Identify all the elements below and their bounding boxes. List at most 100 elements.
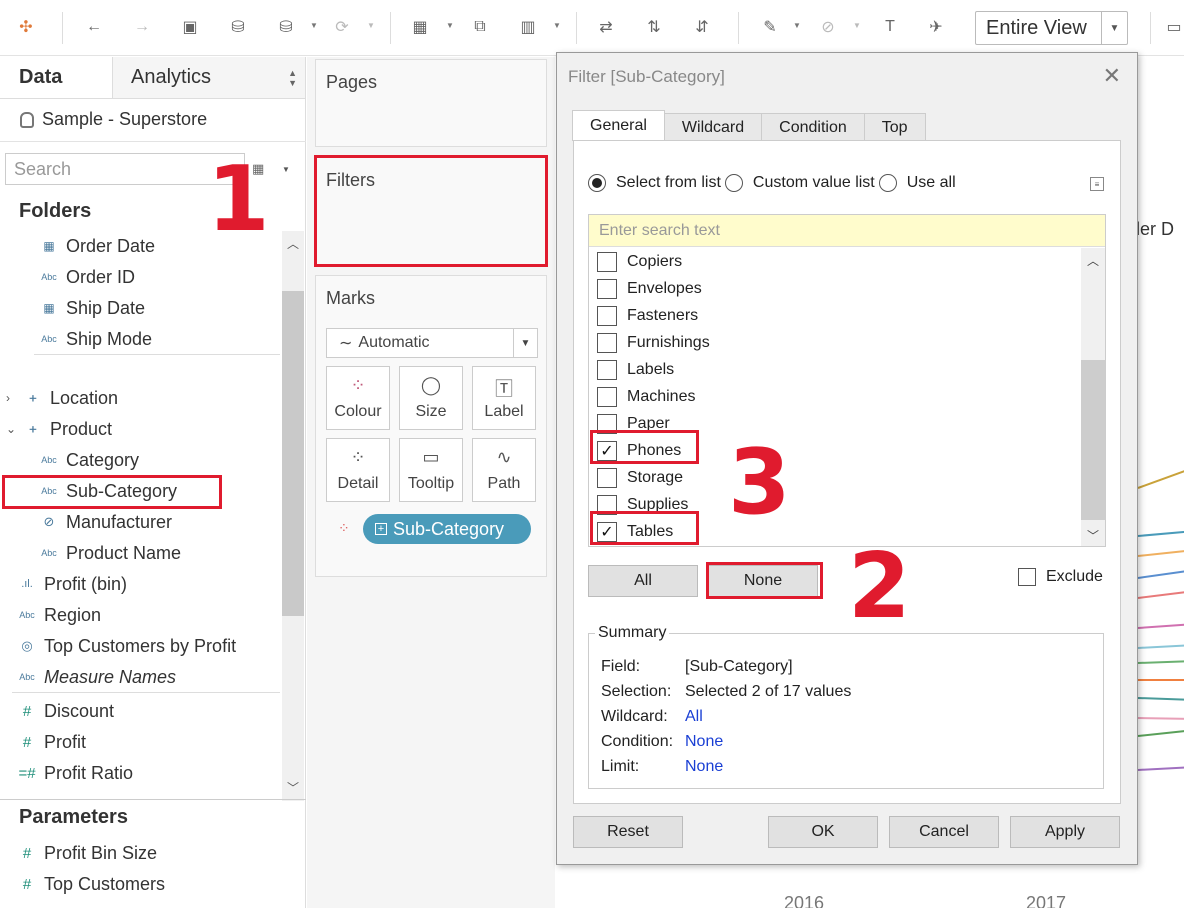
sort-descending-icon[interactable]: ⇵	[690, 15, 714, 39]
tab-general[interactable]: General	[572, 110, 665, 141]
apply-button[interactable]: Apply	[1010, 816, 1120, 848]
tab-condition[interactable]: Condition	[761, 113, 865, 141]
scrollbar-thumb[interactable]	[1081, 360, 1105, 520]
field-region[interactable]: Abc Region	[16, 600, 101, 630]
clear-sheet-icon[interactable]: ▥	[516, 15, 540, 39]
close-icon[interactable]: ✕	[1103, 63, 1121, 89]
summary-wildcard-link[interactable]: All	[685, 708, 703, 726]
field-manufacturer[interactable]: ⊘ Manufacturer	[38, 507, 173, 537]
item-checkbox[interactable]	[597, 278, 617, 299]
tab-top[interactable]: Top	[863, 113, 926, 141]
mark-type-dropdown[interactable]: ∼ Automatic ▼	[326, 328, 538, 358]
field-product[interactable]: ⌄ ᚐ Product	[6, 414, 112, 444]
sub-category-pill[interactable]: + Sub-Category	[363, 514, 531, 544]
chevron-down-icon[interactable]: ▼	[1101, 12, 1127, 44]
field-ship-date[interactable]: ▦ Ship Date	[38, 293, 145, 323]
list-item[interactable]: Furnishings	[597, 329, 710, 356]
radio-custom-label[interactable]: Custom value list	[753, 174, 875, 192]
sort-ascending-icon[interactable]: ⇅	[642, 15, 666, 39]
radio-select-from-list[interactable]	[588, 174, 606, 192]
refresh-icon[interactable]: ⟳	[330, 15, 354, 39]
chevron-down-icon[interactable]: ▼	[513, 329, 537, 357]
duplicate-icon[interactable]: ⧉	[468, 15, 492, 39]
chevron-up-icon[interactable]: ︿	[1081, 252, 1105, 269]
field-category[interactable]: Abc Category	[38, 445, 139, 475]
list-item[interactable]: Copiers	[597, 248, 682, 275]
path-button[interactable]: ∿ Path	[472, 438, 536, 502]
tableau-logo-icon[interactable]: ✣	[14, 15, 38, 39]
param-profit-bin-size[interactable]: # Profit Bin Size	[16, 838, 157, 868]
tab-analytics[interactable]: Analytics ▲ ▼	[112, 57, 305, 98]
group-icon[interactable]: ⊘	[816, 15, 840, 39]
label-button[interactable]: 🅃 Label	[472, 366, 536, 430]
radio-select-label[interactable]: Select from list	[616, 174, 721, 192]
item-checkbox[interactable]	[597, 386, 617, 407]
field-measure-names[interactable]: Abc Measure Names	[16, 662, 176, 692]
scrollbar-thumb[interactable]	[282, 291, 304, 616]
field-ship-mode[interactable]: Abc Ship Mode	[38, 324, 152, 354]
cancel-button[interactable]: Cancel	[889, 816, 999, 848]
pause-updates-icon[interactable]: ⛁	[274, 15, 298, 39]
radio-custom-value-list[interactable]	[724, 174, 743, 192]
field-discount[interactable]: # Discount	[16, 696, 114, 726]
size-button[interactable]: ◯ Size	[399, 366, 463, 430]
save-icon[interactable]: ▣	[178, 15, 202, 39]
exclude-checkbox[interactable]	[1018, 568, 1036, 586]
highlight-icon[interactable]: ✎	[758, 15, 782, 39]
chevron-down-icon[interactable]: ▼	[367, 21, 375, 30]
field-top-customers-by-profit[interactable]: ◎ Top Customers by Profit	[16, 631, 236, 661]
param-top-customers[interactable]: # Top Customers	[16, 869, 165, 899]
chevron-down-icon[interactable]: ▼	[446, 21, 454, 30]
list-search-input[interactable]: Enter search text	[589, 215, 1105, 247]
chevron-down-icon[interactable]: ▼	[553, 21, 561, 30]
item-checkbox[interactable]	[597, 305, 617, 326]
list-item[interactable]: Labels	[597, 356, 674, 383]
item-checkbox[interactable]	[597, 251, 617, 272]
field-profit[interactable]: # Profit	[16, 727, 86, 757]
all-button[interactable]: All	[588, 565, 698, 597]
tab-data[interactable]: Data	[0, 57, 112, 98]
item-checkbox[interactable]	[597, 332, 617, 353]
list-menu-icon[interactable]: ≡	[1090, 177, 1104, 191]
pages-shelf[interactable]: Pages	[315, 59, 547, 147]
tooltip-button[interactable]: ▭ Tooltip	[399, 438, 463, 502]
sort-arrows-icon[interactable]: ▲ ▼	[288, 68, 297, 88]
chevron-down-icon[interactable]: ⌄	[6, 422, 18, 436]
field-order-id[interactable]: Abc Order ID	[38, 262, 135, 292]
data-pane-scrollbar[interactable]: ︿ ﹀	[282, 231, 304, 801]
tab-wildcard[interactable]: Wildcard	[663, 113, 763, 141]
field-profit-bin[interactable]: .ıl. Profit (bin)	[16, 569, 127, 599]
swap-icon[interactable]: ⇄	[594, 15, 618, 39]
chevron-down-icon[interactable]: ▼	[282, 165, 290, 174]
summary-limit-link[interactable]: None	[685, 758, 723, 776]
new-worksheet-icon[interactable]: ▦	[408, 15, 432, 39]
exclude-option[interactable]: Exclude	[1018, 568, 1103, 586]
radio-all-label[interactable]: Use all	[907, 174, 956, 192]
new-datasource-icon[interactable]: ⛁	[226, 15, 250, 39]
chevron-up-icon[interactable]: ︿	[282, 235, 304, 255]
colour-button[interactable]: ⁘ Colour	[326, 366, 390, 430]
pin-icon[interactable]: ✈	[924, 15, 948, 39]
ok-button[interactable]: OK	[768, 816, 878, 848]
reset-button[interactable]: Reset	[573, 816, 683, 848]
item-checkbox[interactable]	[597, 467, 617, 488]
list-item[interactable]: Machines	[597, 383, 695, 410]
undo-icon[interactable]: ←	[82, 15, 106, 39]
list-item[interactable]: Storage	[597, 464, 683, 491]
radio-use-all[interactable]	[878, 174, 897, 192]
field-product-name[interactable]: Abc Product Name	[38, 538, 181, 568]
list-item[interactable]: Envelopes	[597, 275, 702, 302]
chevron-down-icon[interactable]: ▼	[310, 21, 318, 30]
chevron-down-icon[interactable]: ▼	[793, 21, 801, 30]
detail-button[interactable]: ⁘ Detail	[326, 438, 390, 502]
chevron-down-icon[interactable]: ﹀	[1081, 527, 1105, 544]
field-profit-ratio[interactable]: =# Profit Ratio	[16, 758, 133, 788]
plus-icon[interactable]: +	[375, 523, 387, 535]
summary-condition-link[interactable]: None	[685, 733, 723, 751]
datasource-item[interactable]: Sample - Superstore	[20, 109, 207, 130]
presentation-icon[interactable]: ▭	[1162, 15, 1184, 39]
list-item[interactable]: Fasteners	[597, 302, 698, 329]
chevron-down-icon[interactable]: ▼	[853, 21, 861, 30]
show-labels-icon[interactable]: T	[878, 15, 902, 39]
field-order-date[interactable]: ▦ Order Date	[38, 231, 155, 261]
